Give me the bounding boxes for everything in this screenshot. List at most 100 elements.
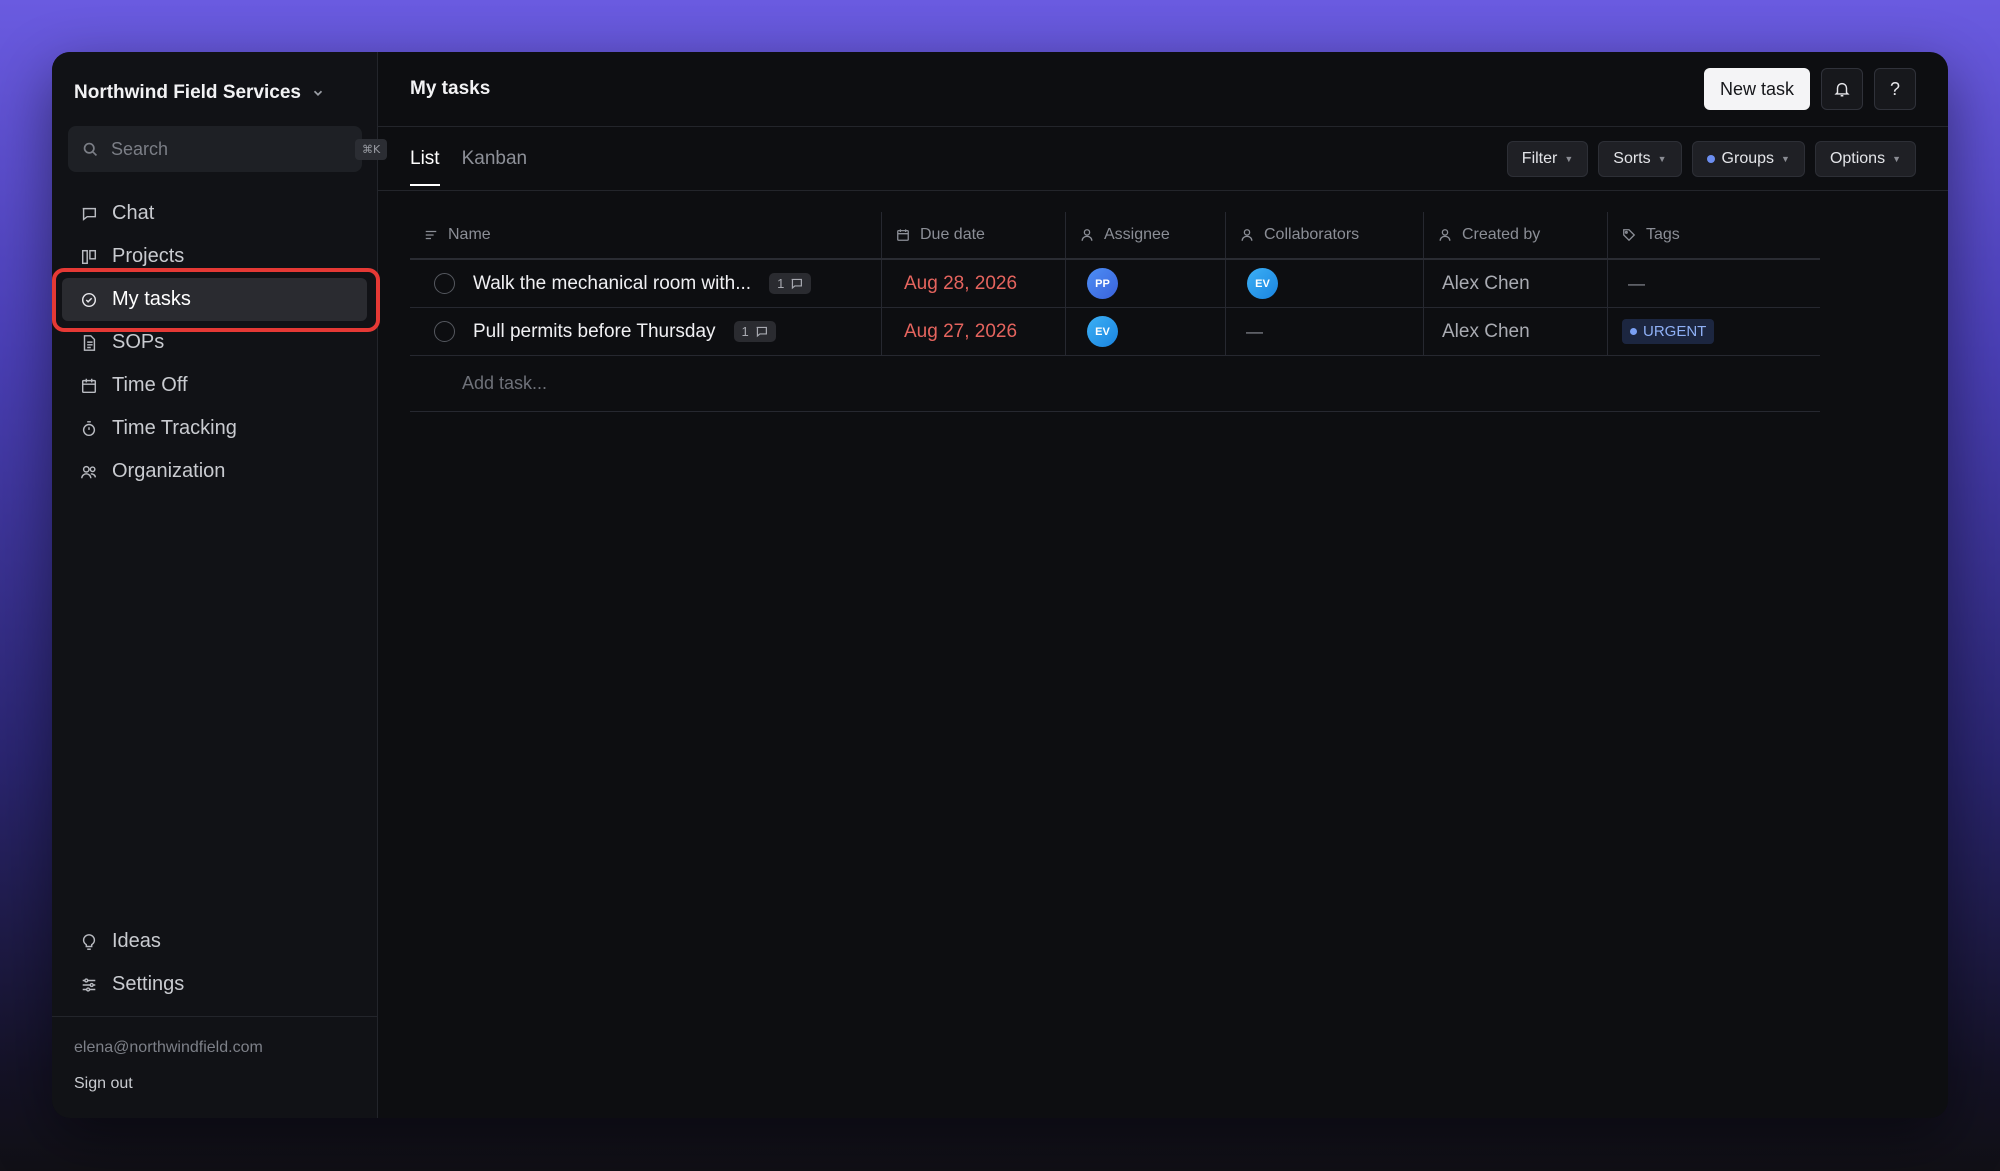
sorts-button[interactable]: Sorts ▼ [1598,140,1682,177]
nav-label: Organization [112,460,226,482]
workspace-switcher[interactable]: Northwind Field Services [74,82,325,104]
options-label: Options [1829,149,1886,167]
nav-item-ideas[interactable]: Ideas [52,920,377,963]
task-name-cell: Pull permits before Thursday 1 [410,308,882,355]
search-input[interactable] [111,138,343,160]
groups-button[interactable]: Groups ▼ [1691,140,1805,177]
comment-icon [791,278,803,290]
calendar-icon [81,378,97,393]
user-email: elena@northwindfield.com [74,1039,263,1056]
avatar: EV [1087,316,1118,347]
comment-icon [756,326,767,338]
nav-label: Chat [112,202,155,224]
filter-button[interactable]: Filter ▼ [1506,140,1589,177]
person-icon [1081,229,1093,241]
notifications-button[interactable] [1821,68,1863,110]
column-label: Collaborators [1264,226,1360,243]
nav-item-chat[interactable]: Chat [52,192,377,235]
created-by-cell: Alex Chen [1424,260,1608,307]
due-date-cell[interactable]: Aug 27, 2026 [882,308,1066,355]
tab-list[interactable]: List [410,127,440,190]
check-circle-icon [81,292,97,307]
nav-item-projects[interactable]: Projects [52,235,377,278]
column-header-name[interactable]: Name [410,212,882,258]
empty-collaborators: — [1246,321,1263,341]
column-header-due-date[interactable]: Due date [882,212,1066,258]
task-name[interactable]: Walk the mechanical room with... [473,273,751,295]
nav-item-sops[interactable]: SOPs [52,321,377,364]
groups-label: Groups [1721,149,1775,167]
bell-icon [1834,82,1850,97]
people-icon [81,465,97,478]
add-task-row[interactable]: Add task... [410,356,1820,412]
comment-count: 1 [741,324,749,339]
nav-item-organization[interactable]: Organization [52,450,377,493]
tags-cell[interactable]: — [1608,260,1820,307]
search-bar[interactable]: ⌘K [68,126,388,172]
column-label: Created by [1462,226,1541,243]
task-name[interactable]: Pull permits before Thursday [473,321,716,343]
app-window: Northwind Field Services ⌘K Chat Project… [52,52,1948,1118]
top-bar: My tasks New task ? [378,52,1948,127]
column-label: Tags [1646,226,1680,243]
assignee-cell[interactable]: PP [1066,260,1226,307]
top-actions: New task ? [1703,68,1916,110]
tag-badge[interactable]: URGENT [1622,319,1715,344]
sidebar-footer: elena@northwindfield.com Sign out [52,1016,377,1118]
filter-label: Filter [1521,149,1558,167]
tags-cell[interactable]: URGENT [1608,308,1820,355]
new-task-button[interactable]: New task [1703,68,1810,110]
sidebar: Northwind Field Services ⌘K Chat Project… [52,52,388,1118]
chevron-down-icon [313,90,323,96]
person-icon [1241,229,1253,241]
column-header-tags[interactable]: Tags [1608,212,1820,258]
calendar-icon [897,229,909,241]
options-button[interactable]: Options ▼ [1814,140,1916,177]
comment-count-badge[interactable]: 1 [733,321,776,342]
created-by-cell: Alex Chen [1424,308,1608,355]
task-table: Name Due date Assignee Collaborators Cre… [410,212,1820,412]
collaborators-cell[interactable]: EV [1226,260,1424,307]
avatar: PP [1087,268,1118,299]
tag-icon [1623,229,1636,242]
sign-out-link[interactable]: Sign out [74,1075,355,1093]
comment-count: 1 [777,276,785,291]
nav-label: Settings [112,973,185,995]
page-title: My tasks [410,78,491,99]
sliders-icon [82,977,96,992]
column-label: Name [448,226,491,243]
due-date: Aug 27, 2026 [904,320,1018,342]
avatar: EV [1247,268,1278,299]
column-header-assignee[interactable]: Assignee [1066,212,1226,258]
complete-checkbox[interactable] [434,321,455,342]
collaborators-cell[interactable]: — [1226,308,1424,355]
nav-label: Time Tracking [112,417,237,439]
help-button[interactable]: ? [1874,68,1916,110]
document-icon [83,334,96,351]
nav-item-my-tasks[interactable]: My tasks [62,278,367,321]
nav-item-time-off[interactable]: Time Off [52,364,377,407]
assignee-cell[interactable]: EV [1066,308,1226,355]
caret-down-icon: ▼ [1657,153,1667,164]
table-row[interactable]: Walk the mechanical room with... 1 Aug 2… [410,260,1820,308]
lines-icon [425,230,437,240]
complete-checkbox[interactable] [434,273,455,294]
table-row[interactable]: Pull permits before Thursday 1 Aug 27, 2… [410,308,1820,356]
active-dot-icon [1706,154,1715,163]
lightbulb-icon [82,933,96,950]
column-header-created-by[interactable]: Created by [1424,212,1608,258]
nav-label: Ideas [112,930,161,952]
due-date-cell[interactable]: Aug 28, 2026 [882,260,1066,307]
view-actions: Filter ▼ Sorts ▼ Groups ▼ Options ▼ [1506,140,1916,177]
tag-dot-icon [1630,328,1637,335]
secondary-nav: Ideas Settings [52,920,377,1006]
caret-down-icon: ▼ [1564,153,1574,164]
nav-item-time-tracking[interactable]: Time Tracking [52,407,377,450]
tab-kanban[interactable]: Kanban [462,127,528,190]
workspace-name: Northwind Field Services [74,82,301,103]
main-content: My tasks New task ? List Kanban Filter ▼ [378,52,1948,1118]
nav-item-settings[interactable]: Settings [52,963,377,1006]
empty-tags: — [1628,273,1645,293]
comment-count-badge[interactable]: 1 [769,273,812,294]
column-header-collaborators[interactable]: Collaborators [1226,212,1424,258]
